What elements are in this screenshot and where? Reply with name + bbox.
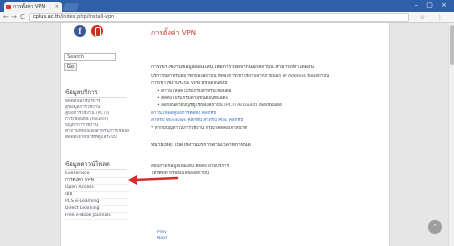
content-link[interactable]: สำหรับ Windows คลิกที่นี่ สำหรับ Mac คลิ…	[151, 118, 243, 123]
sidebar-item[interactable]: ดูข้อมูลการใช้งาน	[65, 105, 129, 110]
back-icon[interactable]: ←	[3, 12, 9, 23]
youtube-icon[interactable]	[91, 25, 103, 37]
sidebar-item[interactable]: ติดต่อเจ้าหน้าที่ที่ดูแลระบบ	[65, 135, 129, 140]
sidebar-item[interactable]: Open Access	[65, 185, 129, 192]
scrollbar-thumb[interactable]	[450, 25, 454, 65]
back-to-top-button[interactable]: ⌃	[428, 220, 442, 234]
content-line: • ติดตั้งโปรแกรมตามขั้นตอนที่แสดง	[157, 96, 228, 101]
content-line: การเข้าใช้งานข้อมูลออนไลน์ เพื่อการวิจัย…	[151, 65, 314, 70]
pager-link-prev[interactable]: Prev	[157, 230, 167, 235]
scrollbar[interactable]	[448, 23, 454, 246]
browser-viewport: f Search Go ข้อมูลบริการ ติดต่อขอใช้บริก…	[0, 23, 454, 246]
web-page: f Search Go ข้อมูลบริการ ติดต่อขอใช้บริก…	[60, 23, 390, 246]
sidebar-section-title: ข้อมูลดาวน์โหลด	[65, 159, 127, 170]
content-line: หมายเหตุ: เปิดใช้งานบริการตามเวลาที่กำหน…	[151, 143, 251, 148]
sidebar-item[interactable]: เมื่อ	[65, 192, 129, 199]
toolbar-icons[interactable]: ☆ ⋮	[420, 12, 448, 23]
sidebar-menu-services: ติดต่อขอใช้บริการ ดูข้อมูลการใช้งาน คู่ม…	[65, 99, 129, 141]
content-line: * หากมีปัญหาในการใช้งาน กรุณาติดต่อเจ้าห…	[151, 126, 248, 131]
tab-title: การตั้งค่า VPN	[13, 4, 46, 10]
sidebar-section-title: ข้อมูลบริการ	[65, 87, 127, 98]
reload-icon[interactable]: C	[20, 12, 25, 23]
url-path: /index.php/install-vpn	[60, 14, 115, 20]
search-input[interactable]: Search	[64, 53, 116, 61]
address-bar[interactable]: cplus.ac.th/index.php/install-vpn	[29, 13, 409, 22]
content-line: • ล็อกอินด้วยบัญชีผู้ใช้ของสถาบัน (PCTI …	[157, 103, 282, 108]
new-tab-button[interactable]	[62, 3, 80, 11]
content-line: บริการนี้สำหรับสมาชิกของสถาบัน ที่ต้องกา…	[151, 74, 330, 79]
sidebar-menu-downloads: Eveservice การตั้งค่า VPN Open Access เม…	[65, 171, 129, 220]
favicon-icon	[6, 5, 11, 9]
content-line: • ดาวน์โหลดโปรแกรมสำหรับเชื่อมต่อ	[157, 89, 232, 94]
sidebar-item[interactable]: การเชื่อมต่อ (Router)	[65, 117, 129, 122]
pager-link-next[interactable]: Next	[157, 236, 167, 241]
facebook-icon[interactable]: f	[74, 25, 86, 37]
page-title: การตั้งค่า VPN	[151, 29, 196, 37]
content-line: โทรศัพท์ หรืออีเมลของสถาบัน	[151, 171, 209, 176]
sidebar-item[interactable]: คู่มือการใช้งาน (PCTI)	[65, 111, 129, 116]
sidebar-item[interactable]: คำถามที่พบบ่อยสำหรับการเชื่อมต่อ	[65, 129, 129, 134]
sidebar-item-vpn[interactable]: การตั้งค่า VPN	[65, 178, 129, 185]
search-button[interactable]: Go	[64, 63, 77, 71]
sidebar-item[interactable]: ปัญหาการใช้งาน	[65, 123, 129, 128]
tab-close-icon[interactable]: ×	[55, 2, 59, 12]
sidebar-item[interactable]: Free e-Book Journals	[65, 213, 129, 220]
browser-toolbar: ← → C cplus.ac.th/index.php/install-vpn …	[0, 12, 454, 23]
browser-tab[interactable]: การตั้งค่า VPN ×	[4, 2, 62, 12]
sidebar-item[interactable]: Eveservice	[65, 171, 129, 178]
window-controls[interactable]: – ▢ ×	[415, 1, 450, 9]
content-link[interactable]: ดาวน์โหลดคู่มือการติดตั้ง คลิกที่นี่	[151, 111, 216, 116]
sidebar-item[interactable]: PCS e-Learning	[65, 199, 129, 206]
forward-icon[interactable]: →	[11, 12, 17, 23]
url-domain: cplus.ac.th	[33, 14, 61, 20]
content-line: สอบถามข้อมูลเพิ่มเติม ติดต่อ ฝ่ายบริการ	[151, 164, 229, 169]
sidebar-item[interactable]: ติดต่อขอใช้บริการ	[65, 99, 129, 104]
browser-tab-bar: การตั้งค่า VPN × – ▢ ×	[0, 0, 454, 12]
content-line: การเข้าใช้งานระบบ VPN มีขั้นตอนดังนี้	[151, 81, 228, 86]
sidebar-item[interactable]: Direct Learning	[65, 206, 129, 213]
